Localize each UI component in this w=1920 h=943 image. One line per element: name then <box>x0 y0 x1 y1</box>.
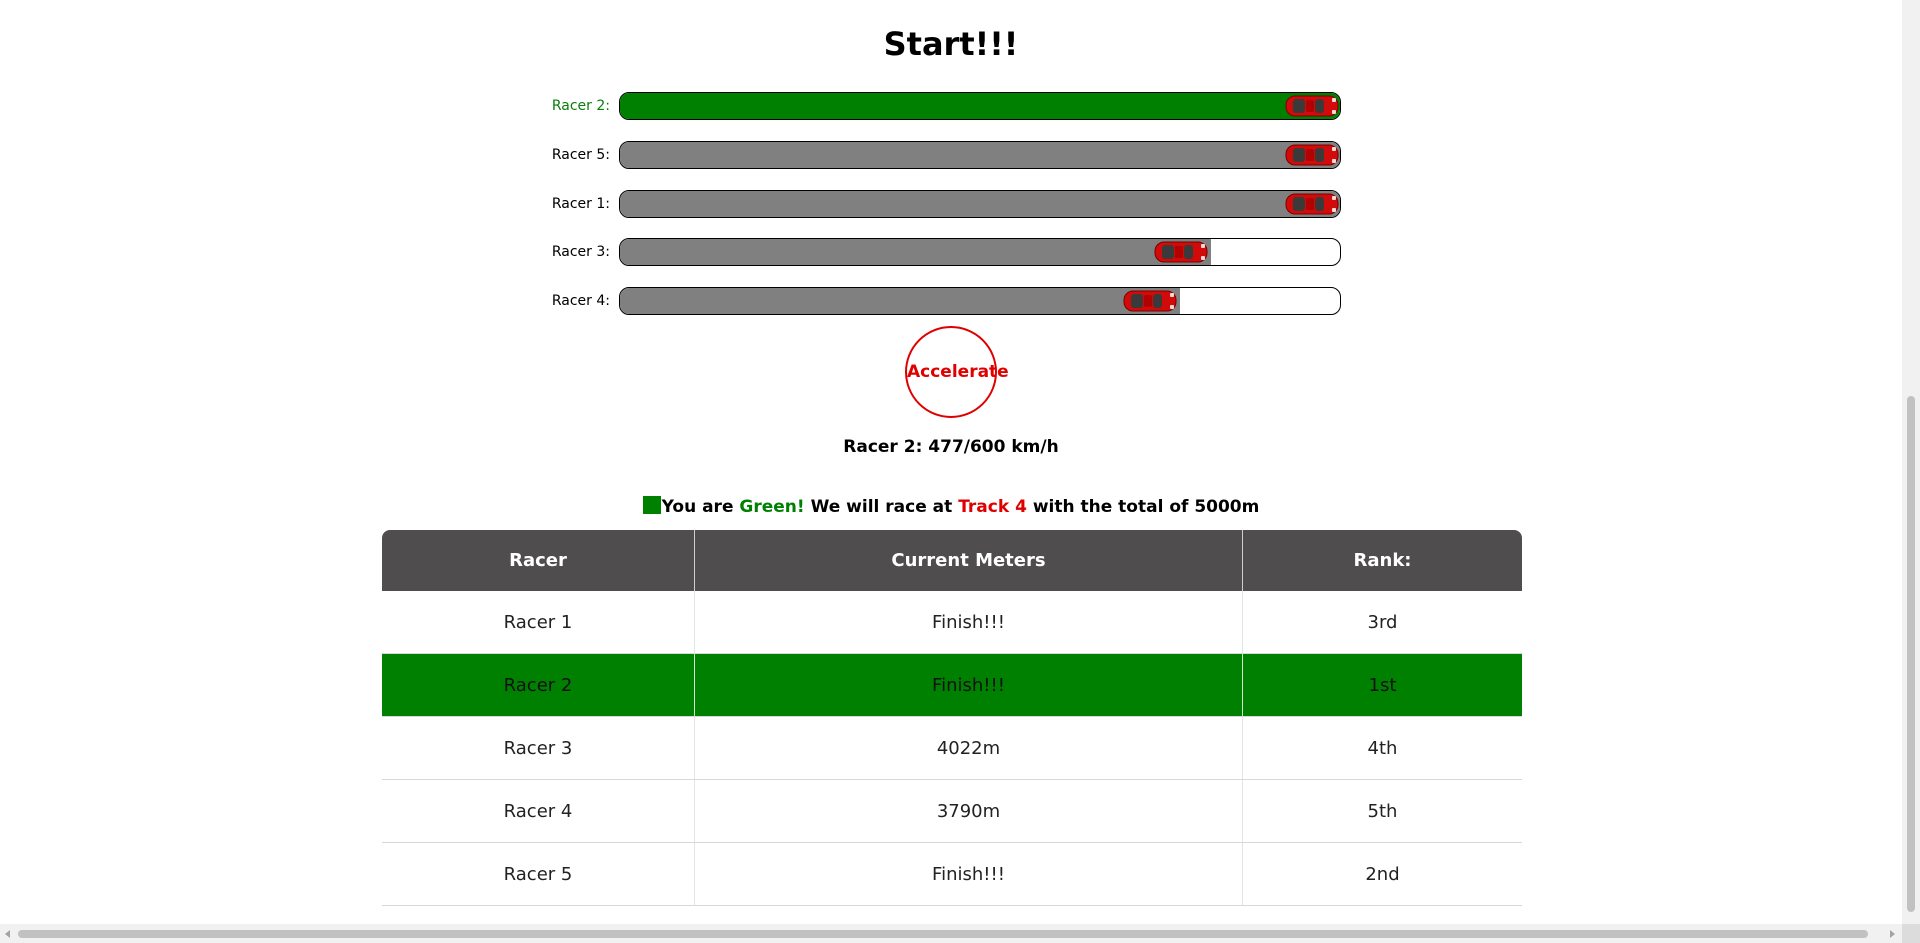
racer-label: Racer 2: <box>551 98 610 114</box>
cell-rank: 1st <box>1242 653 1522 717</box>
race-track-3: Racer 1: <box>0 188 1902 232</box>
scroll-left-icon[interactable] <box>5 930 10 938</box>
vertical-scrollbar-thumb[interactable] <box>1907 396 1915 912</box>
scroll-right-icon[interactable] <box>1890 930 1895 938</box>
racer-label: Racer 3: <box>551 244 610 260</box>
standings-table: Racer Current Meters Rank: Racer 1 Finis… <box>382 530 1522 906</box>
table-header-row: Racer Current Meters Rank: <box>382 530 1522 591</box>
cell-meters: 3790m <box>694 779 1243 843</box>
progress-fill <box>620 191 1340 217</box>
race-track-4: Racer 3: <box>0 236 1902 280</box>
cell-rank: 4th <box>1242 716 1522 780</box>
cell-racer: Racer 5 <box>382 842 695 906</box>
racer-label: Racer 1: <box>551 196 610 212</box>
green-swatch <box>642 496 661 514</box>
progress-track <box>619 287 1341 315</box>
column-header-racer: Racer <box>382 530 695 591</box>
race-page: Start!!! Racer 2: Racer 5: Racer 1: Race… <box>0 0 1902 924</box>
race-car-icon <box>1285 142 1339 168</box>
race-info-text: We will race at <box>804 497 959 517</box>
cell-racer: Racer 3 <box>382 716 695 780</box>
horizontal-scrollbar-thumb[interactable] <box>18 930 1868 938</box>
vertical-scrollbar[interactable] <box>1902 0 1920 924</box>
speed-readout: Racer 2: 477/600 km/h <box>843 437 1059 457</box>
column-header-rank: Rank: <box>1242 530 1522 591</box>
race-track-5: Racer 4: <box>0 285 1902 329</box>
cell-rank: 5th <box>1242 779 1522 843</box>
browser-viewport: Start!!! Racer 2: Racer 5: Racer 1: Race… <box>0 0 1920 943</box>
cell-rank: 2nd <box>1242 842 1522 906</box>
accelerate-button[interactable]: Accelerate <box>905 326 1009 418</box>
progress-fill <box>620 142 1340 168</box>
race-car-icon <box>1154 239 1208 265</box>
race-car-icon <box>1285 93 1339 119</box>
racer-label: Racer 4: <box>551 293 610 309</box>
progress-track <box>619 92 1341 120</box>
progress-track <box>619 238 1341 266</box>
cell-racer: Racer 1 <box>382 591 695 654</box>
racer-label: Racer 5: <box>551 147 610 163</box>
cell-meters: Finish!!! <box>694 653 1243 717</box>
race-track-1: Racer 2: <box>0 90 1902 134</box>
cell-meters: Finish!!! <box>694 842 1243 906</box>
race-info-text: You are <box>661 497 740 517</box>
table-row: Racer 5 Finish!!! 2nd <box>382 842 1522 906</box>
scrollbar-corner <box>1902 924 1920 943</box>
table-row: Racer 4 3790m 5th <box>382 779 1522 843</box>
horizontal-scrollbar[interactable] <box>0 924 1902 943</box>
progress-fill <box>620 239 1211 265</box>
progress-track <box>619 141 1341 169</box>
table-row: Racer 3 4022m 4th <box>382 716 1522 780</box>
progress-fill <box>620 288 1180 314</box>
column-header-meters: Current Meters <box>694 530 1243 591</box>
page-title: Start!!! <box>883 25 1019 63</box>
cell-meters: 4022m <box>694 716 1243 780</box>
race-info: You are Green! We will race at Track 4 w… <box>0 496 1902 517</box>
race-car-icon <box>1285 191 1339 217</box>
race-info-text: with the total of 5000m <box>1026 497 1260 517</box>
table-row: Racer 1 Finish!!! 3rd <box>382 591 1522 654</box>
cell-racer: Racer 2 <box>382 653 695 717</box>
track-name: Track 4 <box>958 497 1027 517</box>
cell-rank: 3rd <box>1242 591 1522 654</box>
race-track-2: Racer 5: <box>0 139 1902 183</box>
cell-meters: Finish!!! <box>694 591 1243 654</box>
player-color-name: Green! <box>739 497 805 517</box>
progress-track <box>619 190 1341 218</box>
progress-fill <box>620 93 1340 119</box>
race-car-icon <box>1123 288 1177 314</box>
table-row-player: Racer 2 Finish!!! 1st <box>382 653 1522 717</box>
cell-racer: Racer 4 <box>382 779 695 843</box>
